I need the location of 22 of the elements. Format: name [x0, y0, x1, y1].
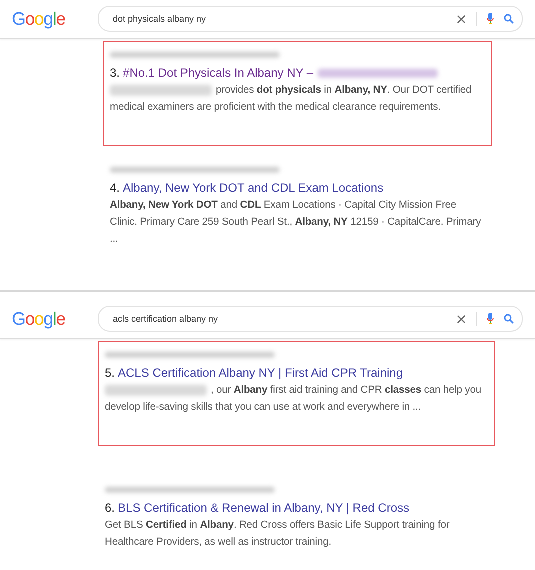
result-snippet: Albany, New York DOT and CDL Exam Locations · Capital City Mission Free Clinic. Primary Care 259 South Pearl St., Albany, NY 12159 · CapitalCare. Primary ...	[110, 199, 482, 247]
google-logo[interactable]: Google	[12, 307, 68, 331]
search-field[interactable]: acls certification albany ny	[98, 306, 523, 332]
result-title[interactable]: Albany, New York DOT and CDL Exam Locations	[123, 181, 384, 195]
result-snippet: provides dot physicals in Albany, NY. Our DOT certified medical examiners are proficient with the medical clearance requirements.	[110, 84, 473, 115]
result-number: 6.	[105, 501, 116, 515]
result-title[interactable]: #No.1 Dot Physicals In Albany NY –	[123, 66, 314, 80]
close-icon[interactable]	[457, 314, 466, 324]
google-logo[interactable]: Google	[12, 7, 68, 31]
search-icon[interactable]	[504, 14, 514, 24]
result-snippet: , our Albany first aid training and CPR classes can help you develop life-saving skills that you can use at work and everywhere in ...	[105, 384, 482, 415]
close-icon[interactable]	[457, 14, 466, 24]
microphone-icon[interactable]	[487, 13, 494, 25]
result-title[interactable]: BLS Certification & Renewal in Albany, NY | Red Cross	[118, 501, 410, 515]
result-snippet: Get BLS Certified in Albany. Red Cross offers Basic Life Support training for Healthcare Providers, as well as instructor training.	[105, 519, 451, 550]
result-number: 3.	[110, 66, 120, 80]
microphone-icon[interactable]	[487, 313, 494, 325]
result-title[interactable]: ACLS Certification Albany NY | First Aid CPR Training	[118, 366, 404, 380]
result-number: 5.	[105, 366, 116, 380]
search-icon[interactable]	[504, 314, 514, 324]
result-number: 4.	[110, 181, 120, 195]
search-field[interactable]: dot physicals albany ny	[98, 6, 523, 32]
